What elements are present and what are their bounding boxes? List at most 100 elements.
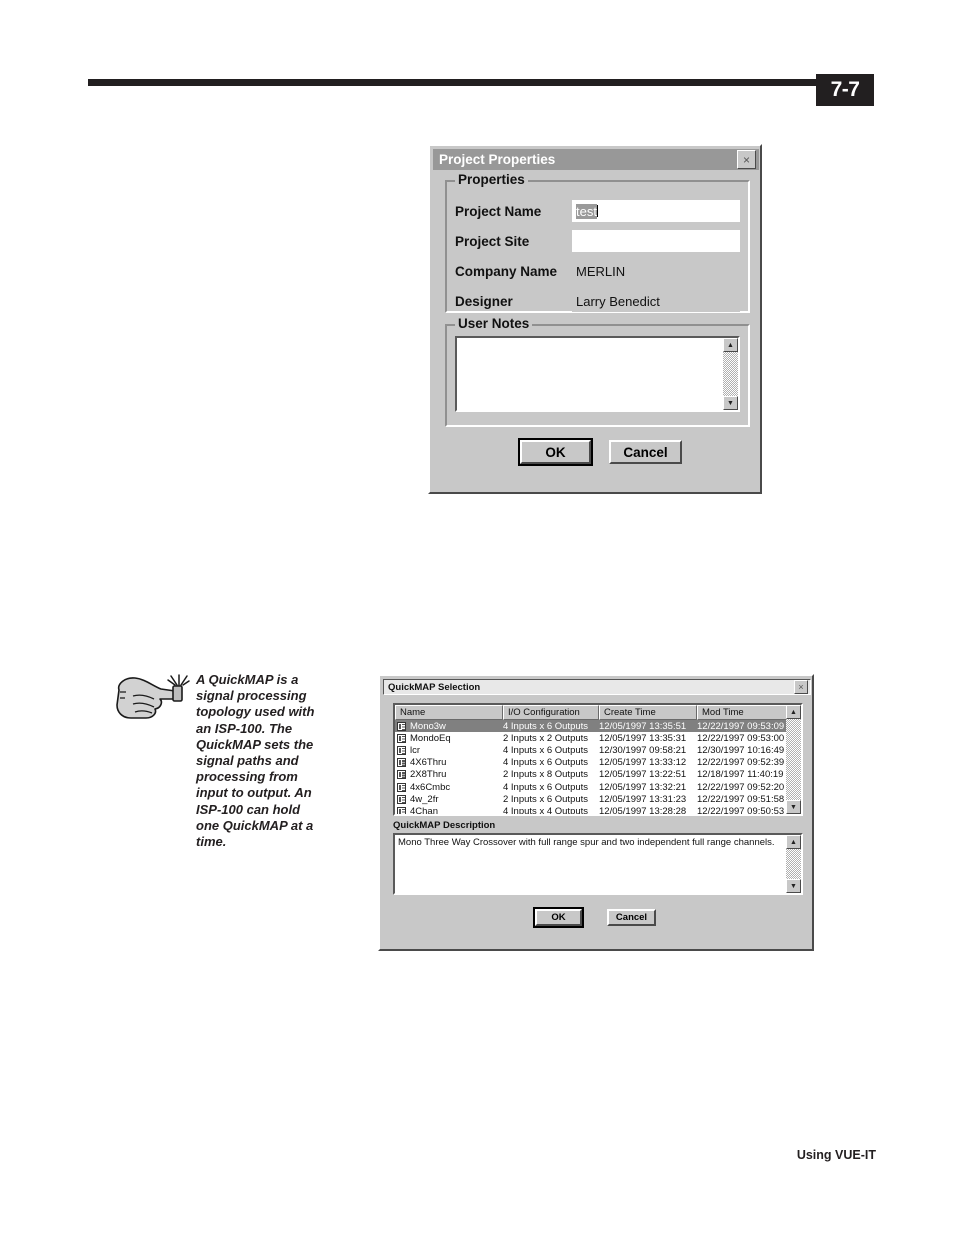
user-notes-scrollbar[interactable]: ▲ ▼ [723, 338, 738, 410]
scroll-up-icon[interactable]: ▲ [786, 835, 801, 849]
cell-name: 4w_2fr [395, 794, 503, 805]
designer-field: Larry Benedict [572, 290, 740, 312]
designer-label: Designer [455, 294, 513, 309]
quickmap-document-icon [397, 721, 406, 731]
table-row[interactable]: 4x6Cmbc 4 Inputs x 6 Outputs 12/05/1997 13… [395, 781, 790, 793]
cell-create-time: 12/05/1997 13:28:28 [599, 805, 687, 814]
quickmap-description-text: Mono Three Way Crossover with full range… [398, 837, 775, 848]
cell-create-time: 12/05/1997 13:31:23 [599, 793, 687, 805]
page-footer: Using VUE-IT [796, 1148, 876, 1162]
column-header-mod-time[interactable]: Mod Time [697, 705, 790, 720]
cell-name-label: 2X8Thru [410, 769, 447, 781]
quickmap-list-body: Mono3w 4 Inputs x 6 Outputs 12/05/1997 13:… [395, 720, 790, 814]
cell-mod-time: 12/22/1997 09:52:20 [697, 781, 785, 793]
cell-io-configuration: 4 Inputs x 6 Outputs [503, 757, 589, 769]
pointing-hand-with-string-icon [113, 668, 191, 730]
company-name-label: Company Name [455, 264, 558, 279]
quickmap-list-header: Name I/O Configuration Create Time Mod T… [395, 705, 790, 720]
cell-name: MondoEq [395, 733, 503, 744]
cell-io-configuration: 2 Inputs x 8 Outputs [503, 769, 589, 781]
properties-group-label: Properties [455, 172, 528, 187]
column-header-io-configuration[interactable]: I/O Configuration [503, 705, 599, 720]
quickmap-document-icon [397, 745, 406, 755]
close-icon[interactable]: × [737, 150, 756, 169]
scroll-up-icon[interactable]: ▲ [723, 338, 738, 352]
table-row[interactable]: 4Chan 4 Inputs x 4 Outputs 12/05/1997 13:2… [395, 805, 790, 814]
table-row[interactable]: 4w_2fr 2 Inputs x 6 Outputs 12/05/1997 13:… [395, 793, 790, 805]
quickmap-document-icon [397, 758, 406, 768]
scroll-down-icon[interactable]: ▼ [786, 879, 801, 893]
cell-create-time: 12/05/1997 13:35:31 [599, 732, 687, 744]
table-row[interactable]: MondoEq 2 Inputs x 2 Outputs 12/05/1997 13… [395, 732, 790, 744]
scroll-down-icon[interactable]: ▼ [786, 800, 801, 814]
project-site-input[interactable] [572, 230, 740, 252]
ok-button[interactable]: OK [518, 438, 593, 466]
cell-create-time: 12/05/1997 13:33:12 [599, 757, 687, 769]
cancel-button[interactable]: Cancel [609, 440, 682, 464]
header-rule [88, 79, 816, 86]
cell-name: 4X6Thru [395, 757, 503, 768]
column-header-create-time[interactable]: Create Time [599, 705, 697, 720]
cell-create-time: 12/30/1997 09:58:21 [599, 744, 687, 756]
scroll-down-icon[interactable]: ▼ [723, 396, 738, 410]
project-site-label: Project Site [455, 234, 530, 249]
company-name-field: MERLIN [572, 260, 740, 282]
cell-create-time: 12/05/1997 13:32:21 [599, 781, 687, 793]
cell-name-label: MondoEq [410, 732, 451, 744]
cell-mod-time: 12/22/1997 09:53:00 [697, 732, 785, 744]
quickmap-document-icon [397, 782, 406, 792]
cell-name: 2X8Thru [395, 769, 503, 780]
cell-name-label: 4w_2fr [410, 793, 439, 805]
quickmap-document-icon [397, 806, 406, 814]
quickmap-title: QuickMAP Selection [388, 681, 481, 693]
cell-name: 4x6Cmbc [395, 782, 503, 793]
cell-io-configuration: 4 Inputs x 4 Outputs [503, 805, 589, 814]
quickmap-list-scrollbar[interactable]: ▲ ▼ [786, 705, 801, 814]
cell-mod-time: 12/30/1997 10:16:49 [697, 744, 785, 756]
cancel-button[interactable]: Cancel [607, 909, 656, 926]
quickmap-list[interactable]: Name I/O Configuration Create Time Mod T… [393, 703, 803, 816]
cell-io-configuration: 4 Inputs x 6 Outputs [503, 720, 589, 732]
cell-name: 4Chan [395, 806, 503, 814]
cell-create-time: 12/05/1997 13:22:51 [599, 769, 687, 781]
cell-name-label: Mono3w [410, 720, 446, 732]
cell-io-configuration: 4 Inputs x 6 Outputs [503, 781, 589, 793]
ok-button[interactable]: OK [533, 907, 584, 928]
cell-io-configuration: 4 Inputs x 6 Outputs [503, 744, 589, 756]
close-icon[interactable]: × [794, 680, 808, 694]
project-properties-title: Project Properties [439, 152, 556, 167]
table-row[interactable]: 2X8Thru 2 Inputs x 8 Outputs 12/05/1997 13… [395, 769, 790, 781]
cell-io-configuration: 2 Inputs x 2 Outputs [503, 732, 589, 744]
quickmap-description-scrollbar[interactable]: ▲ ▼ [786, 835, 801, 893]
column-header-name[interactable]: Name [395, 705, 503, 720]
company-name-value: MERLIN [576, 263, 626, 279]
cell-mod-time: 12/22/1997 09:52:39 [697, 757, 785, 769]
project-name-value: test [576, 203, 597, 219]
cell-name-label: 4x6Cmbc [410, 781, 451, 793]
project-name-input[interactable]: test [572, 200, 740, 222]
project-name-label: Project Name [455, 204, 542, 219]
quickmap-document-icon [397, 770, 406, 780]
table-row[interactable]: lcr 4 Inputs x 6 Outputs 12/30/1997 09:58:… [395, 744, 790, 756]
cell-mod-time: 12/22/1997 09:50:53 [697, 805, 785, 814]
page-number-badge: 7-7 [816, 74, 874, 106]
cell-mod-time: 12/22/1997 09:53:09 [697, 720, 785, 732]
user-notes-group-label: User Notes [455, 316, 533, 331]
project-properties-titlebar[interactable]: Project Properties × [433, 149, 759, 170]
user-notes-textarea[interactable]: ▲ ▼ [455, 336, 740, 412]
table-row[interactable]: Mono3w 4 Inputs x 6 Outputs 12/05/1997 13:… [395, 720, 790, 733]
cell-name-label: lcr [410, 744, 421, 756]
cell-name-label: 4X6Thru [410, 757, 447, 769]
quickmap-description-label: QuickMAP Description [393, 820, 496, 831]
quickmap-description-box[interactable]: Mono Three Way Crossover with full range… [393, 833, 803, 895]
cell-name: lcr [395, 745, 503, 756]
table-row[interactable]: 4X6Thru 4 Inputs x 6 Outputs 12/05/1997 13… [395, 757, 790, 769]
cell-name: Mono3w [395, 721, 503, 732]
cell-create-time: 12/05/1997 13:35:51 [599, 720, 687, 732]
scroll-up-icon[interactable]: ▲ [786, 705, 801, 719]
cell-io-configuration: 2 Inputs x 6 Outputs [503, 793, 589, 805]
cell-name-label: 4Chan [410, 805, 438, 814]
quickmap-titlebar[interactable]: QuickMAP Selection × [383, 679, 811, 695]
designer-value: Larry Benedict [576, 293, 660, 309]
side-note-text: A QuickMAP is a signal processing topolo… [196, 672, 315, 850]
